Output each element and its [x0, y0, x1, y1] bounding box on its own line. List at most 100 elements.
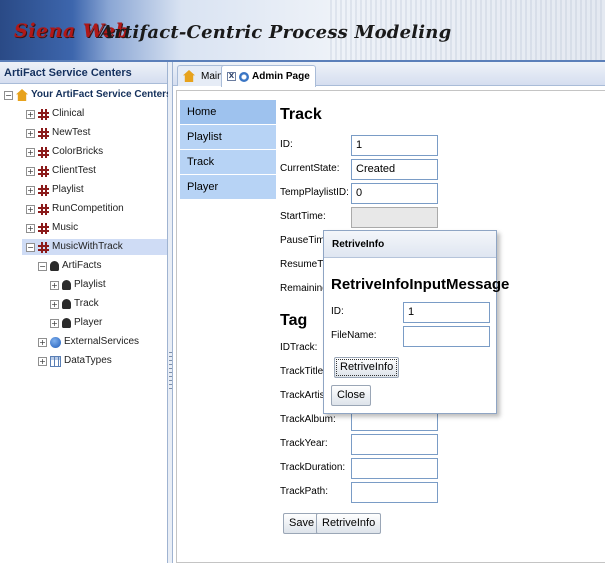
dialog-heading: RetriveInfoInputMessage	[331, 276, 510, 293]
home-icon	[16, 89, 28, 101]
dialog-id-field[interactable]: 1	[403, 302, 490, 323]
tree-root-label: Your ArtiFact Service Centers	[31, 89, 172, 100]
close-icon[interactable]: X	[227, 72, 236, 81]
dialog-field-label: FileName:	[331, 330, 377, 341]
splitter-grip[interactable]	[169, 352, 172, 392]
expand-icon[interactable]: +	[50, 280, 59, 290]
nav-item-home[interactable]: Home	[180, 100, 276, 125]
tab-label: Admin Page	[252, 71, 310, 82]
tree-item-externalservices[interactable]: + ExternalServices	[38, 334, 139, 350]
track-heading: Track	[280, 106, 322, 123]
service-center-icon	[38, 146, 49, 158]
dialog-filename-field[interactable]	[403, 326, 490, 347]
home-icon	[183, 70, 195, 82]
nav-item-track[interactable]: Track	[180, 150, 276, 175]
tag-heading: Tag	[280, 312, 308, 329]
artifact-icon	[62, 318, 71, 328]
artifact-nav: Home Playlist Track Player	[180, 100, 276, 200]
tree-item-datatypes[interactable]: + DataTypes	[38, 353, 112, 369]
tab-bar: Main X Admin Page	[173, 62, 605, 87]
tab-label: Main	[201, 70, 223, 82]
expand-icon[interactable]: +	[50, 299, 59, 309]
tree-artifact-track[interactable]: + Track	[50, 296, 99, 312]
artifact-icon	[62, 280, 71, 290]
artifact-icon	[62, 299, 71, 309]
expand-icon[interactable]: +	[50, 318, 59, 328]
expand-icon[interactable]: +	[38, 337, 47, 347]
tree-item-clienttest[interactable]: + ClientTest	[26, 163, 96, 179]
current-state-field[interactable]: Created	[351, 159, 438, 180]
panel-splitter[interactable]	[168, 62, 173, 563]
tree-item-musicwithtrack[interactable]: − MusicWithTrack	[22, 239, 167, 255]
service-center-icon	[38, 165, 49, 177]
field-label: StartTime:	[280, 211, 326, 222]
retrive-info-button[interactable]: RetriveInfo	[316, 513, 382, 534]
expand-icon[interactable]: +	[26, 223, 35, 233]
service-center-icon	[38, 184, 49, 196]
tree-item-colorbricks[interactable]: + ColorBricks	[26, 144, 103, 160]
dialog-retrive-info-button[interactable]: RetriveInfo	[334, 357, 400, 378]
panel-header: ArtiFact Service Centers	[0, 62, 167, 84]
tree-item-label: ArtiFacts	[62, 260, 102, 271]
tree-item-label: RunCompetition	[52, 203, 124, 214]
artifacts-icon	[50, 261, 59, 271]
expand-icon[interactable]: +	[38, 356, 47, 366]
collapse-icon[interactable]: −	[26, 242, 35, 252]
dialog-title[interactable]: RetriveInfo	[324, 231, 496, 258]
track-duration-field[interactable]	[351, 458, 438, 479]
banner-title: Artifact-Centric Process Modeling	[100, 22, 452, 43]
expand-icon[interactable]: +	[26, 109, 35, 119]
tree-item-artifacts[interactable]: − ArtiFacts	[38, 258, 101, 274]
tree-item-playlist[interactable]: + Playlist	[26, 182, 84, 198]
tree-item-music[interactable]: + Music	[26, 220, 78, 236]
tree-item-label: ExternalServices	[64, 336, 140, 347]
tree-item-label: Track	[74, 298, 99, 309]
field-label: TrackPath:	[280, 486, 328, 497]
tree-item-label: ColorBricks	[52, 146, 104, 157]
field-label: TrackDuration:	[280, 462, 346, 473]
dialog-close-button[interactable]: Close	[331, 385, 372, 406]
field-label: TrackYear:	[280, 438, 328, 449]
tree-item-runcompetition[interactable]: + RunCompetition	[26, 201, 124, 217]
field-label: TrackTitle:	[280, 366, 326, 377]
service-center-icon	[38, 127, 49, 139]
expand-icon[interactable]: +	[26, 166, 35, 176]
save-button[interactable]: Save	[283, 513, 321, 534]
start-time-field[interactable]	[351, 207, 438, 228]
nav-item-playlist[interactable]: Playlist	[180, 125, 276, 150]
tree-item-label: Playlist	[74, 279, 106, 290]
service-center-icon	[38, 108, 49, 120]
tree-item-label: Clinical	[52, 108, 85, 119]
field-label: IDTrack:	[280, 342, 318, 353]
tree-artifact-player[interactable]: + Player	[50, 315, 102, 331]
field-label: CurrentState:	[280, 163, 340, 174]
gear-icon	[239, 71, 249, 82]
track-path-field[interactable]	[351, 482, 438, 503]
field-label: ID:	[280, 139, 293, 150]
tree-item-label: Playlist	[52, 184, 84, 195]
tree-item-newtest[interactable]: + NewTest	[26, 125, 90, 141]
track-year-field[interactable]	[351, 434, 438, 455]
service-center-icon	[38, 241, 49, 253]
tree-artifact-playlist[interactable]: + Playlist	[50, 277, 106, 293]
tree-item-clinical[interactable]: + Clinical	[26, 106, 84, 122]
expand-icon[interactable]: +	[26, 147, 35, 157]
collapse-icon[interactable]: −	[4, 90, 13, 100]
tab-admin-page[interactable]: X Admin Page	[221, 65, 316, 87]
expand-icon[interactable]: +	[26, 185, 35, 195]
expand-icon[interactable]: +	[26, 204, 35, 214]
tree-item-label: Player	[74, 317, 103, 328]
tree-item-label: NewTest	[52, 127, 91, 138]
field-label: TrackAlbum:	[280, 414, 336, 425]
id-field[interactable]: 1	[351, 135, 438, 156]
temp-playlist-id-field[interactable]: 0	[351, 183, 438, 204]
tree-item-label: ClientTest	[52, 165, 96, 176]
table-icon	[50, 355, 61, 367]
service-center-icon	[38, 203, 49, 215]
field-label: TempPlaylistID:	[280, 187, 349, 198]
expand-icon[interactable]: +	[26, 128, 35, 138]
globe-icon	[50, 336, 61, 348]
nav-item-player[interactable]: Player	[180, 175, 276, 200]
collapse-icon[interactable]: −	[38, 261, 47, 271]
tree-root[interactable]: − Your ArtiFact Service Centers	[4, 87, 172, 103]
